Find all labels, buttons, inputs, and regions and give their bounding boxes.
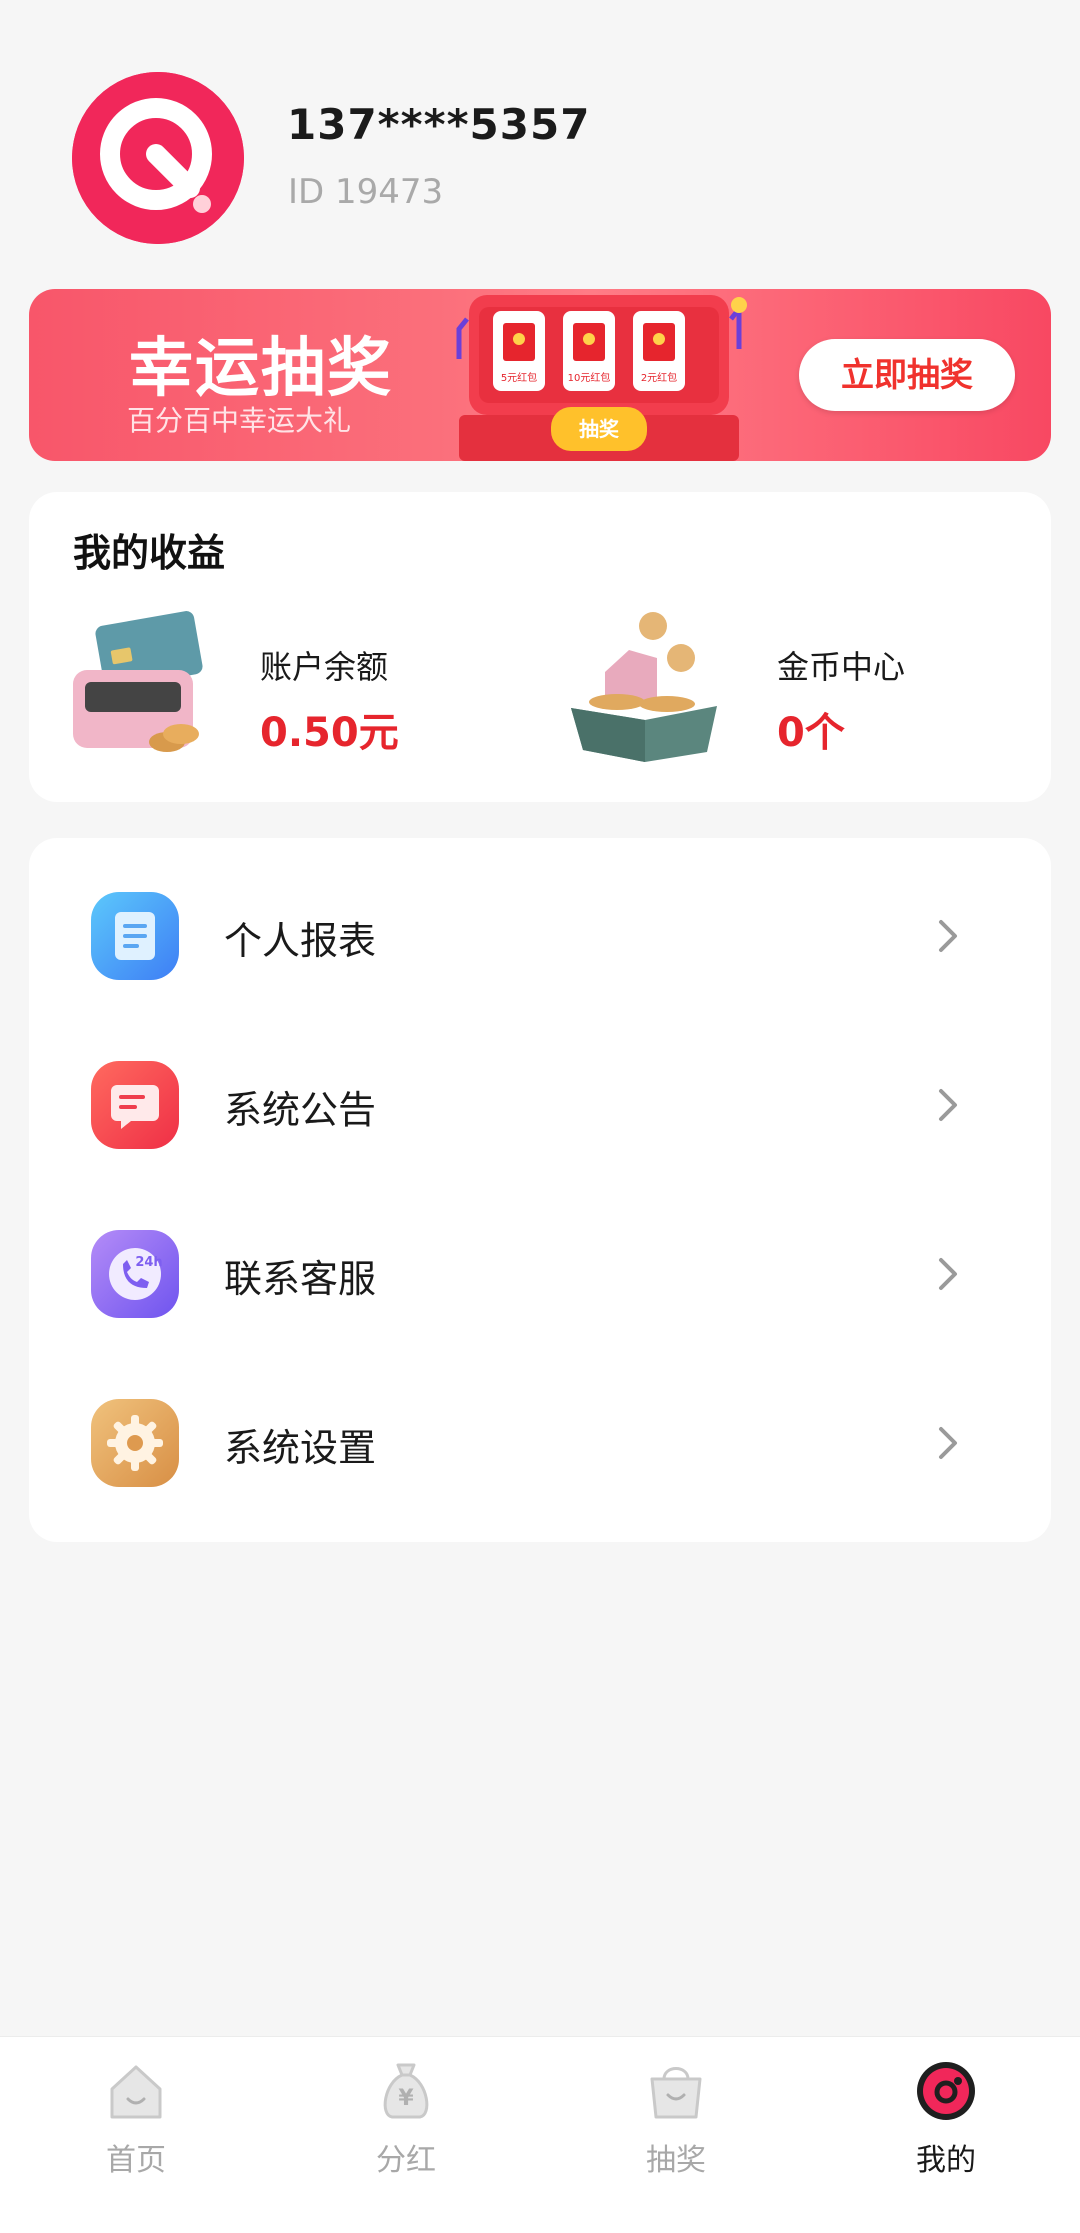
chevron-right-icon: [939, 1258, 957, 1290]
announcement-icon: [91, 1061, 179, 1149]
earnings-title: 我的收益: [73, 531, 226, 575]
home-icon: [110, 2065, 162, 2119]
chevron-right-icon: [939, 1089, 957, 1121]
draw-now-button[interactable]: 立即抽奖: [799, 339, 1015, 411]
menu-item-announcement[interactable]: 系统公告: [29, 1021, 1051, 1189]
menu-item-report[interactable]: 个人报表: [29, 852, 1051, 1020]
chevron-right-icon: [939, 920, 957, 952]
nav-tab-home[interactable]: 首页: [56, 2059, 216, 2219]
nav-label-dividend: 分红: [376, 2143, 436, 2178]
bottom-nav: 首页 ¥ 分红 抽奖 我的: [0, 2036, 1080, 2233]
slot-card-1: 5元红包: [501, 371, 537, 384]
chevron-right-icon: [939, 1427, 957, 1459]
profile-icon: [917, 2062, 975, 2120]
nav-label-home: 首页: [106, 2143, 166, 2178]
user-id: ID 19473: [288, 172, 444, 212]
nav-tab-lottery[interactable]: 抽奖: [596, 2059, 756, 2219]
lottery-banner[interactable]: 幸运抽奖 百分百中幸运大礼 5元红包 10元红包 2元红包 抽奖 立即抽奖: [29, 289, 1051, 461]
report-icon: [91, 892, 179, 980]
balance-value[interactable]: 0.50元: [260, 700, 399, 758]
profile-header: 137****5357 ID 19473: [72, 72, 972, 248]
slot-card-3: 2元红包: [641, 371, 677, 384]
menu-card: 个人报表 系统公告 24h 联系客服 系统设置: [29, 838, 1051, 1542]
menu-label-customer-service: 联系客服: [224, 1257, 377, 1301]
svg-text:¥: ¥: [398, 2086, 414, 2111]
coin-center-label: 金币中心: [777, 648, 906, 686]
slot-button-label: 抽奖: [579, 417, 620, 441]
banner-title: 幸运抽奖: [129, 332, 393, 406]
nav-label-mine: 我的: [916, 2143, 976, 2178]
menu-item-customer-service[interactable]: 24h 联系客服: [29, 1190, 1051, 1358]
money-bag-icon: ¥: [383, 2063, 429, 2119]
user-phone: 137****5357: [287, 100, 591, 149]
nav-tab-dividend[interactable]: ¥ 分红: [326, 2059, 486, 2219]
phone-24h-icon: 24h: [91, 1230, 179, 1318]
app-logo-icon[interactable]: [72, 72, 244, 244]
slot-card-2: 10元红包: [568, 371, 611, 384]
balance-label: 账户余额: [260, 648, 389, 686]
coin-count-value[interactable]: 0个: [777, 700, 845, 758]
svg-text:24h: 24h: [135, 1255, 162, 1270]
nav-tab-mine[interactable]: 我的: [866, 2059, 1026, 2219]
nav-label-lottery: 抽奖: [646, 2143, 706, 2178]
menu-item-settings[interactable]: 系统设置: [29, 1359, 1051, 1527]
menu-label-report: 个人报表: [224, 919, 377, 963]
wallet-icon: [73, 611, 203, 752]
shopping-bag-icon: [650, 2067, 702, 2119]
banner-subtitle: 百分百中幸运大礼: [127, 404, 352, 437]
menu-label-announcement: 系统公告: [224, 1088, 377, 1132]
coin-box-icon: [571, 612, 717, 762]
menu-label-settings: 系统设置: [224, 1426, 377, 1470]
gear-icon: [91, 1399, 179, 1487]
earnings-card: 我的收益 账户余额 0.50元 金币中心 0个: [29, 492, 1051, 802]
slot-machine-illustration: 5元红包 10元红包 2元红包 抽奖: [456, 295, 747, 461]
